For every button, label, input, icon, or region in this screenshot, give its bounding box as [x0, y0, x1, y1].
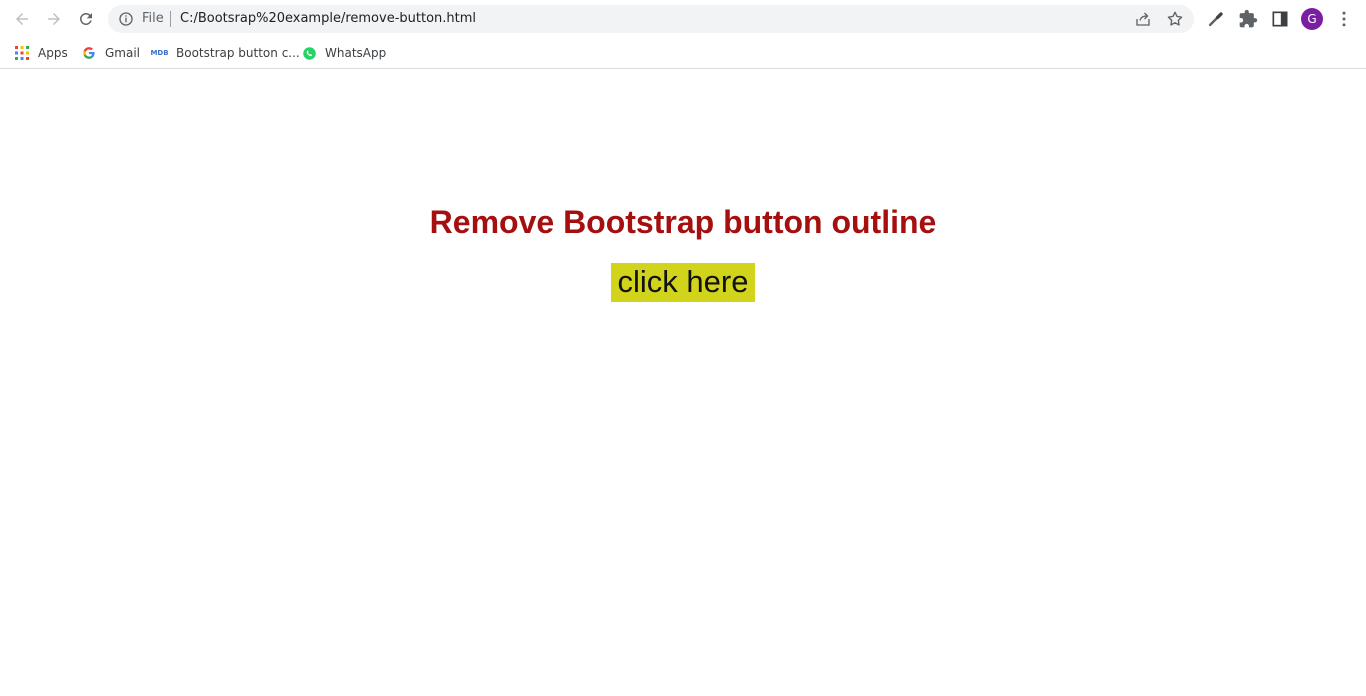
address-divider	[170, 11, 171, 27]
bookmark-label: Bootstrap button c...	[176, 46, 300, 60]
back-button[interactable]	[10, 7, 34, 31]
forward-button[interactable]	[42, 7, 66, 31]
bookmark-apps[interactable]: Apps	[14, 43, 68, 63]
back-arrow-icon	[16, 13, 28, 25]
share-icon[interactable]	[1134, 10, 1152, 28]
mdb-icon: MDB	[150, 49, 169, 57]
bookmark-star-icon[interactable]	[1166, 10, 1184, 28]
profile-avatar[interactable]: G	[1301, 8, 1323, 30]
bookmarks-bar: Apps Gmail MDB Bootstrap button c... Wha…	[0, 38, 1366, 69]
bookmark-label: Gmail	[105, 46, 141, 60]
google-icon	[81, 45, 97, 61]
bookmark-label: Apps	[38, 46, 68, 60]
page-content: Remove Bootstrap button outline click he…	[0, 70, 1366, 696]
side-panel-icon[interactable]	[1270, 9, 1290, 29]
extensions-puzzle-icon[interactable]	[1238, 9, 1258, 29]
scheme-label: File	[142, 11, 164, 26]
eyedropper-icon[interactable]	[1206, 9, 1226, 29]
bookmark-bootstrap-button[interactable]: MDB Bootstrap button c...	[150, 43, 300, 63]
forward-arrow-icon	[48, 13, 60, 25]
url-text[interactable]: C:/Bootsrap%20example/remove-button.html	[180, 11, 476, 26]
reload-button[interactable]	[74, 7, 98, 31]
apps-grid-icon	[14, 45, 30, 61]
address-bar[interactable]: File C:/Bootsrap%20example/remove-button…	[108, 5, 1194, 33]
button-container: click here	[0, 263, 1366, 302]
more-menu-icon[interactable]	[1334, 9, 1354, 29]
click-here-button[interactable]: click here	[610, 263, 756, 302]
bookmark-label: WhatsApp	[325, 46, 387, 60]
info-icon[interactable]	[118, 11, 134, 27]
browser-toolbar: File C:/Bootsrap%20example/remove-button…	[0, 0, 1366, 38]
bookmark-whatsapp[interactable]: WhatsApp	[301, 43, 386, 63]
reload-icon	[79, 12, 92, 25]
whatsapp-icon	[301, 45, 317, 61]
bookmark-gmail[interactable]: Gmail	[81, 43, 140, 63]
page-heading: Remove Bootstrap button outline	[429, 204, 937, 240]
